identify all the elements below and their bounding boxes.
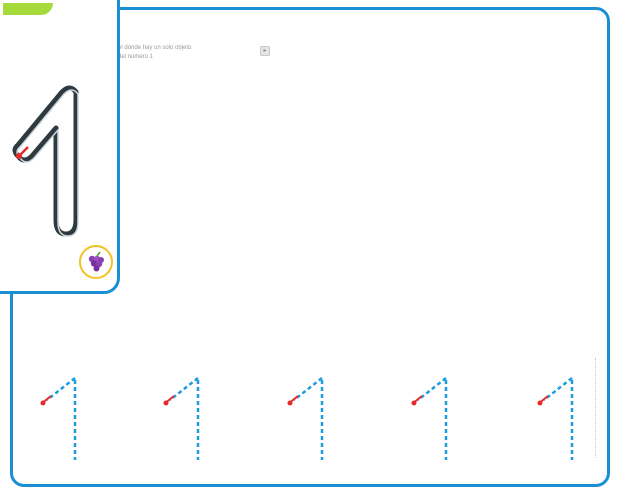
grapes-icon: [88, 251, 104, 272]
grapes-badge[interactable]: [79, 245, 113, 279]
side-divider: [595, 358, 598, 458]
instruction-text: el dónde hay un solo objeto del número 1: [118, 44, 238, 62]
instruction-line-2: del número 1: [118, 54, 154, 60]
speaker-icon[interactable]: ▸: [260, 46, 270, 56]
instruction-line-1: el dónde hay un solo objeto: [118, 45, 192, 51]
